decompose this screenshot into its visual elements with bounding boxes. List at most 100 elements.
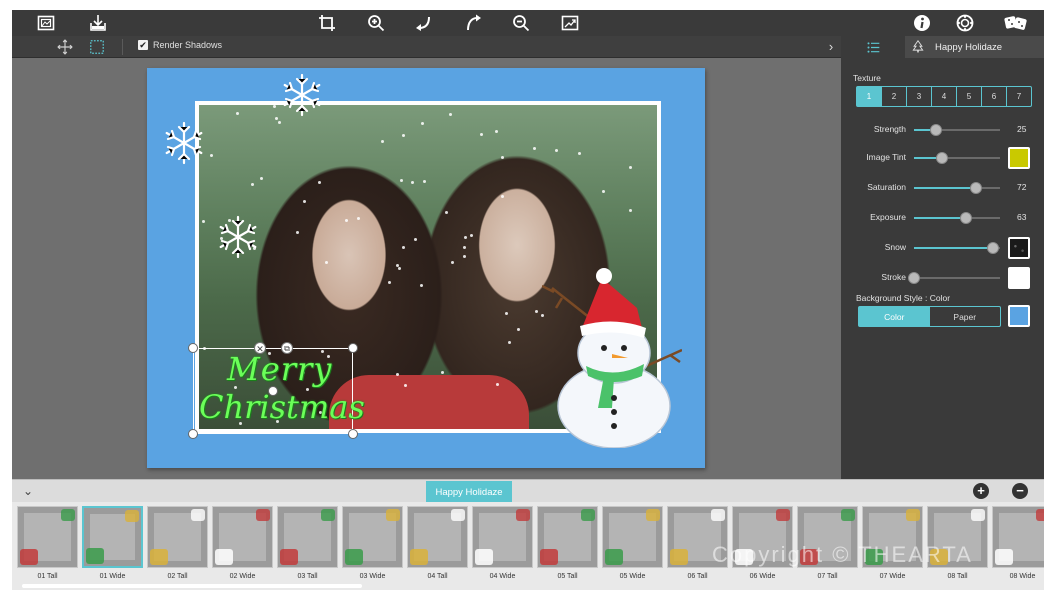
toolbar-divider [122,39,123,55]
export-image-icon[interactable] [560,13,580,33]
zoom-out-icon[interactable] [511,13,531,33]
snow-particle [295,230,299,234]
template-thumbnail[interactable] [602,506,663,568]
slider-knob[interactable] [908,272,920,284]
thumbnail-decoration [86,548,104,564]
snowman-sticker[interactable] [542,258,682,448]
snow-particle [401,245,405,249]
snow-particle [344,219,348,223]
chevron-right-icon[interactable]: › [824,38,838,56]
thumbnail-decoration [386,509,400,521]
info-icon[interactable] [912,13,932,33]
template-thumbnail[interactable] [147,506,208,568]
slider-knob[interactable] [935,152,948,164]
watermark-text: Copyright © THEARTA [712,542,973,567]
design-page[interactable]: Merry Christmas ✕ ⧉ [147,68,705,468]
snow-particle [317,180,321,184]
slider-track[interactable] [914,212,1000,224]
template-thumbnail[interactable] [407,506,468,568]
select-frame-icon[interactable] [88,38,106,56]
slider-knob[interactable] [969,182,982,194]
slider-value: 25 [1017,124,1027,134]
merry-christmas-text[interactable]: Merry Christmas ✕ ⧉ [188,342,365,439]
slider-track[interactable] [914,182,1000,194]
canvas-area: Merry Christmas ✕ ⧉ [12,58,841,479]
thumbnail-label: 06 Tall [687,573,708,580]
resize-handle[interactable] [188,343,198,353]
slider-knob[interactable] [959,212,972,224]
texture-option-4[interactable]: 4 [932,87,957,106]
texture-option-6[interactable]: 6 [982,87,1007,106]
texture-option-5[interactable]: 5 [957,87,982,106]
slider-track[interactable] [908,272,1000,284]
move-icon[interactable] [56,38,74,56]
template-thumbnail[interactable] [472,506,533,568]
dice-icon[interactable] [1003,13,1029,33]
texture-option-3[interactable]: 3 [907,87,932,106]
gallery-icon[interactable] [36,13,56,33]
resize-handle[interactable] [348,429,358,439]
template-thumbnail[interactable] [212,506,273,568]
template-thumbnail[interactable] [17,506,78,568]
slider-fill [914,247,994,249]
thumbnail-label: 05 Wide [619,573,646,580]
remove-icon[interactable]: − [1012,483,1028,499]
thumbnail-decoration [215,549,233,565]
slider-track[interactable] [914,152,1000,164]
resize-handle[interactable] [188,429,198,439]
add-icon[interactable]: + [973,483,989,499]
slider-label: Snow [884,242,906,252]
color-swatch[interactable] [1008,237,1030,259]
thumbnail-decoration [345,549,363,565]
slider-label: Saturation [867,182,906,192]
list-icon [867,41,879,53]
texture-option-2[interactable]: 2 [882,87,907,106]
slider-track[interactable] [914,124,1000,136]
rotate-right-icon[interactable] [463,13,483,33]
color-swatch[interactable] [1008,267,1030,289]
snowflake-icon[interactable] [279,72,325,118]
background-style-option-color[interactable]: Color [859,307,930,326]
slider-track[interactable] [914,242,1000,254]
strip-scrollbar[interactable] [22,584,362,588]
tree-icon [912,40,924,53]
template-thumbnail[interactable] [992,506,1044,568]
checkbox-checked-icon[interactable]: ✔ [138,40,148,50]
slider-knob[interactable] [929,124,942,136]
crop-icon[interactable] [317,13,337,33]
snowflake-icon[interactable] [161,120,207,166]
template-thumbnail[interactable] [342,506,403,568]
zoom-in-icon[interactable] [366,13,386,33]
tab-list-settings[interactable] [841,36,905,58]
color-swatch[interactable] [1008,147,1030,169]
tab-theme[interactable]: Happy Holidaze [905,36,1044,58]
save-icon[interactable] [88,13,108,33]
settings-icon[interactable] [955,13,975,33]
snow-particle [423,180,427,184]
render-shadows-toggle[interactable]: ✔ Render Shadows [138,40,222,50]
snowflake-icon[interactable] [215,214,261,260]
slider-knob[interactable] [987,242,1000,254]
slider-fill [914,217,966,219]
thumbnail-decoration [605,549,623,565]
thumbnail-label: 07 Wide [879,573,906,580]
rotate-left-icon[interactable] [414,13,434,33]
texture-option-1[interactable]: 1 [857,87,882,106]
template-thumbnail[interactable] [537,506,598,568]
strip-theme-tab[interactable]: Happy Holidaze [426,481,512,503]
duplicate-icon[interactable]: ⧉ [281,342,293,354]
thumbnail-decoration [125,510,139,522]
background-style-option-paper[interactable]: Paper [930,307,1001,326]
template-thumbnail[interactable] [277,506,338,568]
texture-selector: 1234567 [856,86,1032,107]
rotate-handle[interactable] [268,386,278,396]
thumbnail-decoration [150,549,168,565]
resize-handle[interactable] [348,343,358,353]
texture-option-7[interactable]: 7 [1007,87,1031,106]
template-thumbnail[interactable] [82,506,143,568]
background-color-swatch[interactable] [1008,305,1030,327]
thumbnail-decoration [646,509,660,521]
main-toolbar [12,10,1044,36]
chevron-down-icon[interactable]: ⌄ [20,483,36,499]
close-icon[interactable]: ✕ [254,342,266,354]
